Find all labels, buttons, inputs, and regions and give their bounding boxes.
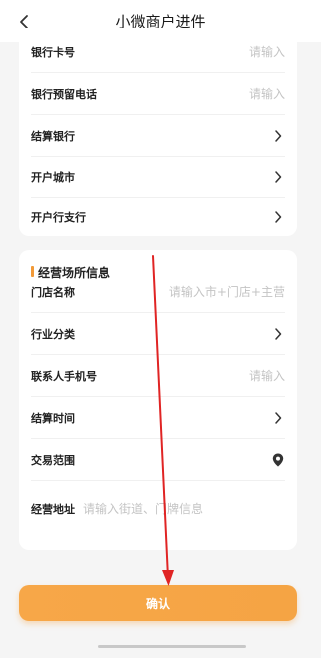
row-bank-phone: 银行预留电话 [31,73,285,115]
row-label: 行业分类 [31,327,75,341]
chevron-right-icon [271,210,285,224]
row-contact-phone: 联系人手机号 [31,355,285,397]
row-bank-card-number: 银行卡号 [31,31,285,73]
row-label: 结算银行 [31,129,75,143]
row-settlement-bank[interactable]: 结算银行 [31,115,285,157]
bank-phone-input[interactable] [135,86,285,101]
right-edge [321,0,335,658]
row-label: 开户行支行 [31,210,86,224]
row-store-name: 门店名称 [31,271,285,313]
business-address-input[interactable] [83,502,283,516]
row-branch-bank[interactable]: 开户行支行 [31,196,285,237]
store-name-input[interactable] [135,284,285,299]
row-industry[interactable]: 行业分类 [31,313,285,355]
chevron-right-icon [271,170,285,184]
home-indicator [98,645,246,648]
chevron-right-icon [271,327,285,341]
row-label: 结算时间 [31,411,75,425]
row-label: 经营地址 [31,503,75,516]
row-label: 银行卡号 [31,45,75,59]
row-account-city[interactable]: 开户城市 [31,156,285,198]
chevron-right-icon [271,129,285,143]
row-label: 联系人手机号 [31,369,97,383]
row-settlement-time[interactable]: 结算时间 [31,397,285,439]
bank-info-card: 银行卡号 银行预留电话 结算银行 开户城市 开户行支行 [19,28,297,236]
row-label: 交易范围 [31,453,75,467]
bank-card-number-input[interactable] [135,44,285,59]
row-business-address: 经营地址 [31,488,285,530]
row-label: 开户城市 [31,170,75,184]
contact-phone-input[interactable] [135,368,285,383]
chevron-right-icon [271,411,285,425]
confirm-button[interactable]: 确认 [19,585,297,621]
row-label: 银行预留电话 [31,87,97,101]
page: 小微商户进件 银行卡号 银行预留电话 结算银行 开户城市 开户行支行 [0,0,321,658]
location-pin-icon[interactable] [271,453,285,467]
row-transaction-range[interactable]: 交易范围 [31,439,285,481]
row-label: 门店名称 [31,285,75,299]
business-location-card: 经营场所信息 门店名称 行业分类 联系人手机号 结算时间 交易范围 [19,250,297,550]
